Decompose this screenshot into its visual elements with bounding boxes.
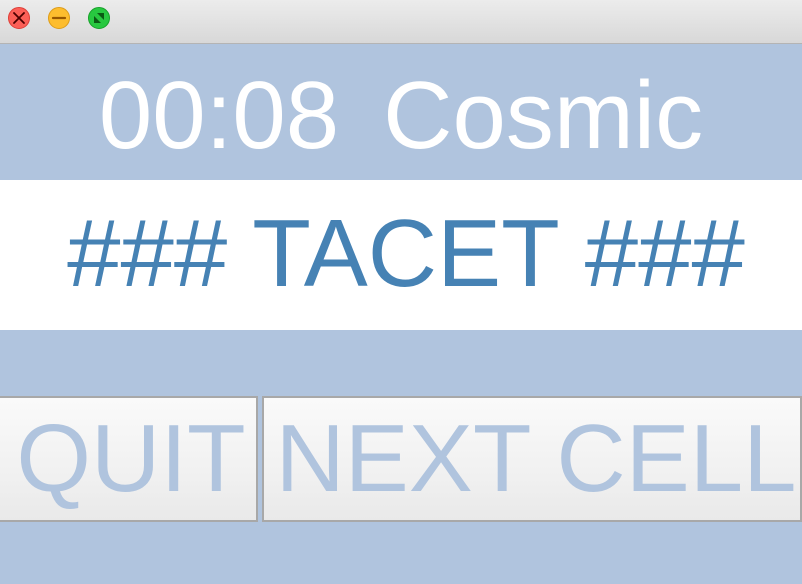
header-text: 00:08 Cosmic [99,68,703,164]
close-icon[interactable] [8,7,30,29]
title-bar [0,0,802,44]
status-text: ### TACET ### [67,200,745,307]
quit-button[interactable]: QUIT [0,396,258,522]
next-cell-button[interactable]: NEXT CELL [262,396,802,522]
maximize-icon[interactable] [88,7,110,29]
status-band: ### TACET ### [0,180,802,330]
header-panel: 00:08 Cosmic [0,44,802,180]
timer-display: 00:08 [98,62,340,169]
app-window: 00:08 Cosmic ### TACET ### QUIT NEXT CELL [0,0,802,584]
track-title: Cosmic [383,62,704,169]
minimize-icon[interactable] [48,7,70,29]
